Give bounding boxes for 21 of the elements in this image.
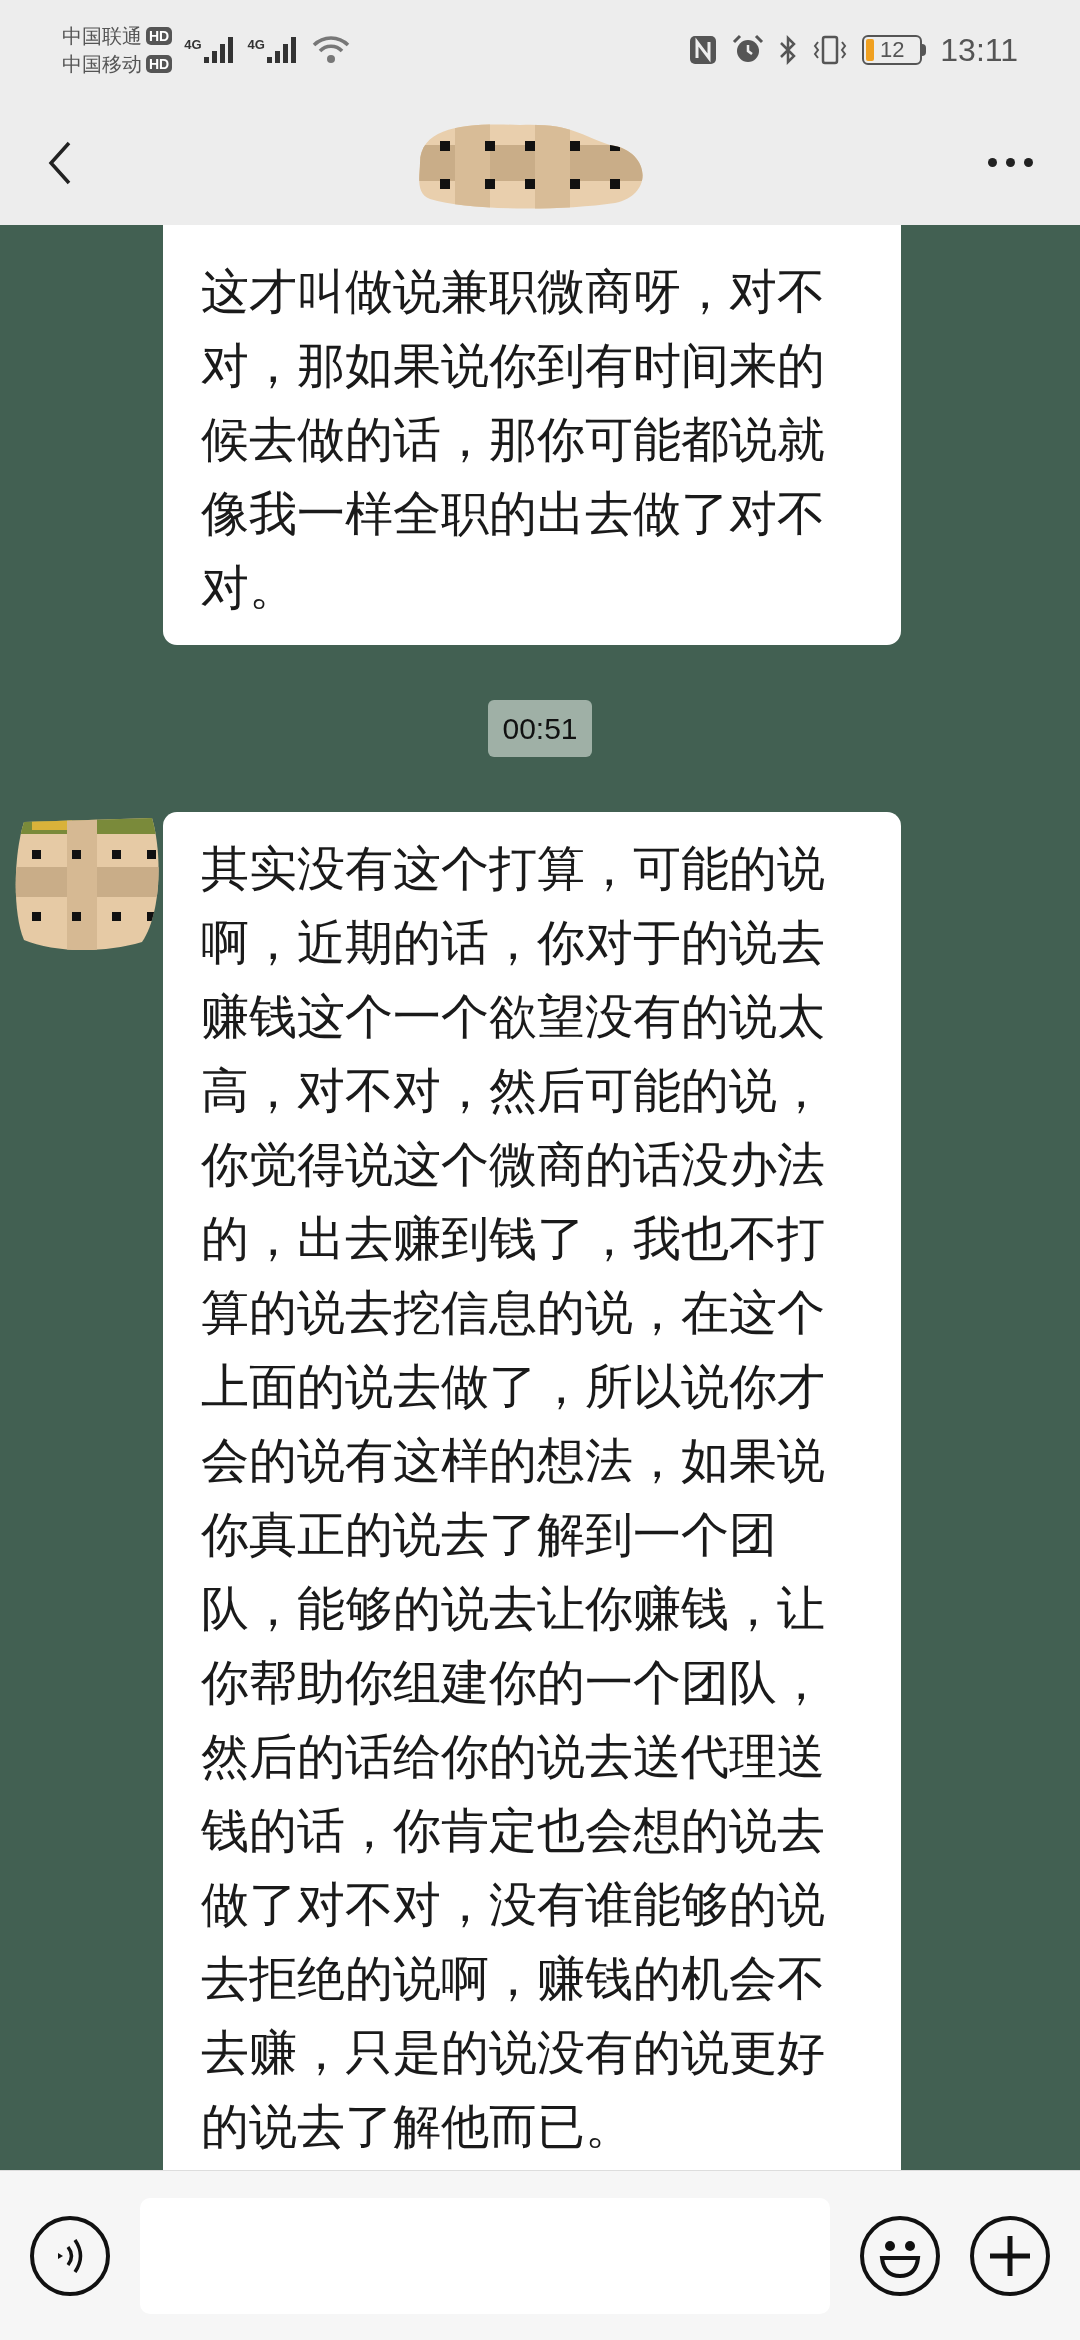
message-text: 这才叫做说兼职微商呀，对不对，那如果说你到有时间来的候去做的话，那你可能都说就像我一样全职的出去做了对不对。: [201, 264, 826, 616]
hd-badge: HD: [146, 55, 173, 73]
hd-badge: HD: [146, 27, 173, 45]
carrier-name: 中国移动: [62, 52, 142, 77]
nfc-icon: [688, 34, 719, 66]
voice-button[interactable]: [30, 2215, 110, 2296]
vibrate-icon: [812, 34, 849, 66]
wifi-icon: [310, 34, 351, 66]
timestamp: 00:51: [488, 700, 592, 757]
message-text: 其实没有这个打算，可能的说啊，近期的话，你对于的说去赚钱这个一个欲望没有的说太高，对不对，然后可能的说，你觉得说这个微商的话没办法的，出去赚到钱了，我也不打算的说去挖信息的说，在这个上面的说去做了，所以说你才会的说有这样的想法，如果说你真正的说去了解到一个团队，能够的说去让你赚钱，让你帮助你组建你的一个团队，然后的话给你的说去送代理送钱的话，你肯定也会想的说去做了对不对，没有谁能够的说去拒绝的说啊，赚钱的机会不去赚，只是的说没有的说更好的说去了解他而已。: [201, 841, 826, 2155]
battery-fill: [866, 39, 875, 61]
battery-level: 12: [880, 39, 905, 61]
carrier-name: 中国联通: [62, 24, 142, 49]
network-type: 4G: [184, 36, 202, 54]
add-button[interactable]: [970, 2215, 1050, 2296]
signal-icon: [201, 35, 236, 65]
plus-icon: [988, 2233, 1032, 2278]
signal-icon: [264, 35, 299, 65]
clock: 13:11: [940, 31, 1018, 70]
network-type: 4G: [247, 36, 265, 54]
emoji-button[interactable]: [860, 2215, 940, 2296]
